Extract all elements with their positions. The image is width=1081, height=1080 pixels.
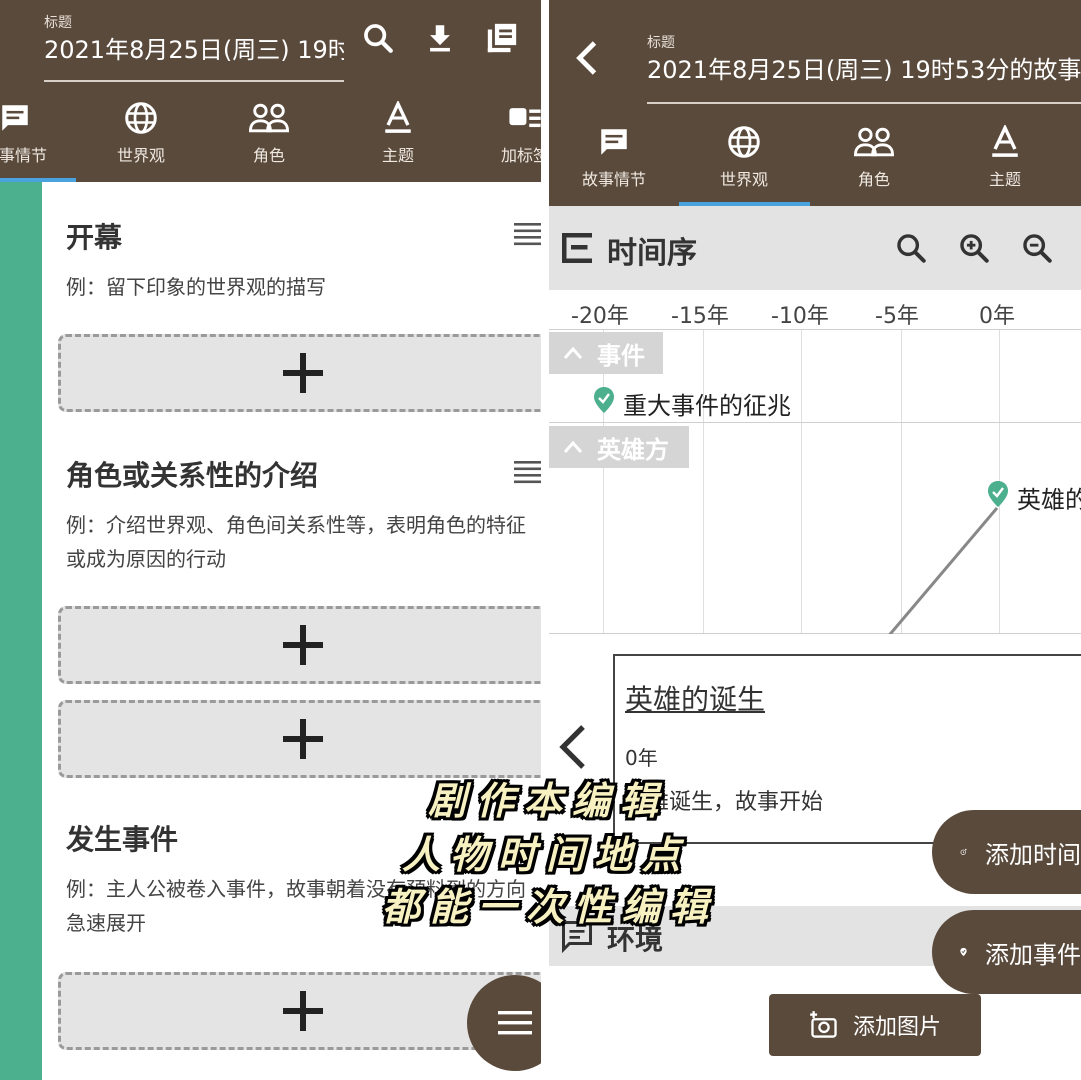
add-scene-button[interactable] bbox=[58, 606, 541, 684]
fab-label: 添加事件 bbox=[985, 940, 1081, 969]
right-app-header: 标题 2021年8月25日(周三) 19时53分的故事 故事情节 世界观 角色 bbox=[549, 0, 1081, 206]
tab-tags[interactable]: 加标签 bbox=[460, 98, 541, 178]
tab-theme[interactable]: 主题 bbox=[333, 98, 463, 178]
tab-theme[interactable]: 主题 bbox=[940, 122, 1070, 202]
tab-worldview[interactable]: 世界观 bbox=[679, 122, 809, 202]
tick-label: -10年 bbox=[771, 304, 829, 329]
caption-line: 人物时间地点 bbox=[402, 833, 691, 877]
people-icon bbox=[249, 98, 289, 138]
detail-year: 0年 bbox=[625, 746, 658, 770]
label-icon bbox=[505, 98, 541, 138]
section-title: 发生事件 bbox=[66, 823, 179, 856]
tab-story-plot[interactable]: 故事情节 bbox=[0, 98, 80, 178]
tab-characters[interactable]: 角色 bbox=[809, 122, 939, 202]
section-title: 开幕 bbox=[66, 221, 123, 254]
tick-label: -20年 bbox=[571, 304, 629, 329]
tick-label: 0年 bbox=[979, 304, 1015, 329]
text-format-icon bbox=[378, 98, 418, 138]
caption-line: 都能一次性编辑 bbox=[382, 885, 719, 929]
plot-color-bar bbox=[0, 182, 42, 1080]
section-description: 例：留下印象的世界观的描写 bbox=[66, 275, 326, 299]
tab-label: 世界观 bbox=[719, 170, 768, 189]
text-format-icon bbox=[985, 122, 1025, 162]
people-icon bbox=[854, 122, 894, 162]
section-description: 例：介绍世界观、角色间关系性等，表明角色的特征或成为原因的行动 bbox=[66, 513, 526, 571]
add-image-label: 添加图片 bbox=[852, 1015, 941, 1040]
plus-icon bbox=[283, 353, 323, 393]
tick-label: -5年 bbox=[875, 304, 919, 329]
tab-characters[interactable]: 角色 bbox=[204, 98, 334, 178]
tab-label: 加标签 bbox=[500, 146, 541, 165]
title-underline bbox=[44, 80, 344, 82]
globe-icon bbox=[724, 122, 764, 162]
plus-icon bbox=[283, 625, 323, 665]
story-icon bbox=[594, 122, 634, 162]
add-scene-button[interactable] bbox=[58, 700, 541, 778]
add-clock-icon bbox=[960, 848, 967, 855]
add-event-fab[interactable]: 添加事件 bbox=[932, 910, 1081, 994]
add-scene-button[interactable] bbox=[58, 334, 541, 412]
back-arrow-icon[interactable] bbox=[567, 38, 607, 78]
search-icon[interactable] bbox=[358, 18, 398, 58]
location-check-icon bbox=[960, 947, 967, 957]
section-title: 角色或关系性的介绍 bbox=[66, 459, 319, 492]
detail-title: 英雄的诞生 bbox=[625, 683, 766, 716]
caption-line: 剧作本编辑 bbox=[428, 779, 669, 823]
tab-label: 角色 bbox=[252, 146, 285, 165]
zoom-out-icon[interactable] bbox=[1017, 228, 1057, 268]
tick-label: -15年 bbox=[671, 304, 729, 329]
timeline-grid[interactable]: 事件 重大事件的征兆 英雄方 英雄的诞生 bbox=[549, 330, 1081, 634]
screenshot-root: 标题 2021年8月25日(周三) 19时53分的故事 故事情节 bbox=[0, 0, 1081, 1080]
timeline-icon bbox=[562, 233, 592, 263]
zoom-in-icon[interactable] bbox=[954, 228, 994, 268]
tab-label: 主题 bbox=[381, 146, 414, 165]
tab-label: 角色 bbox=[857, 170, 890, 189]
notes-icon[interactable] bbox=[482, 18, 522, 58]
plus-icon bbox=[283, 991, 323, 1031]
title-field[interactable]: 2021年8月25日(周三) 19时53分的故事 bbox=[647, 50, 1081, 85]
title-field[interactable]: 2021年8月25日(周三) 19时53分的故事 bbox=[44, 30, 344, 65]
add-time-fab[interactable]: 添加时间 bbox=[932, 810, 1081, 894]
connector-line bbox=[888, 507, 999, 634]
timeline-title: 时间序 bbox=[607, 236, 697, 271]
menu-icon bbox=[498, 1011, 532, 1035]
add-photo-icon bbox=[810, 1011, 837, 1038]
globe-icon bbox=[121, 98, 161, 138]
tab-label: 主题 bbox=[988, 170, 1021, 189]
timeline-header: 时间序 bbox=[549, 206, 1081, 290]
fab-label: 添加时间 bbox=[985, 840, 1081, 869]
timeline-ruler: -20年 -15年 -10年 -5年 0年 bbox=[549, 290, 1081, 330]
tab-label: 故事情节 bbox=[581, 170, 646, 189]
drag-handle-icon[interactable] bbox=[514, 460, 541, 484]
search-icon[interactable] bbox=[891, 228, 931, 268]
drag-handle-icon[interactable] bbox=[514, 222, 541, 246]
tab-label: 故事情节 bbox=[0, 146, 47, 165]
download-icon[interactable] bbox=[420, 18, 460, 58]
title-underline bbox=[647, 102, 1081, 104]
story-icon bbox=[0, 98, 35, 138]
tab-story-plot[interactable]: 故事情节 bbox=[549, 122, 679, 202]
add-image-button[interactable]: 添加图片 bbox=[769, 994, 981, 1056]
left-app-header: 标题 2021年8月25日(周三) 19时53分的故事 故事情节 bbox=[0, 0, 541, 182]
title-field-label: 标题 bbox=[44, 15, 72, 31]
tab-label: 世界观 bbox=[116, 146, 165, 165]
tab-worldview[interactable]: 世界观 bbox=[76, 98, 206, 178]
plus-icon bbox=[283, 719, 323, 759]
chevron-left-icon[interactable] bbox=[553, 722, 593, 772]
title-field-label: 标题 bbox=[647, 35, 675, 51]
